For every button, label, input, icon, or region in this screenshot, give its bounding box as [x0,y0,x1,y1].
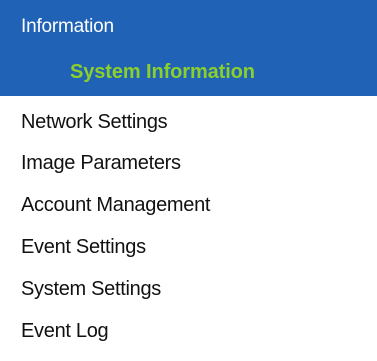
section-label-information[interactable]: Information [21,16,114,38]
sidebar-item-image-parameters[interactable]: Image Parameters [21,151,181,175]
sidebar-item-account-management[interactable]: Account Management [21,193,210,217]
sidebar-menu: Information System Information Network S… [0,0,377,361]
sidebar-item-event-settings[interactable]: Event Settings [21,235,146,259]
sidebar-item-network-settings[interactable]: Network Settings [21,110,168,134]
sidebar-item-system-information[interactable]: System Information [70,60,255,84]
sidebar-item-event-log[interactable]: Event Log [21,319,109,343]
information-section-header: Information System Information [0,0,377,96]
sidebar-item-system-settings[interactable]: System Settings [21,277,161,301]
